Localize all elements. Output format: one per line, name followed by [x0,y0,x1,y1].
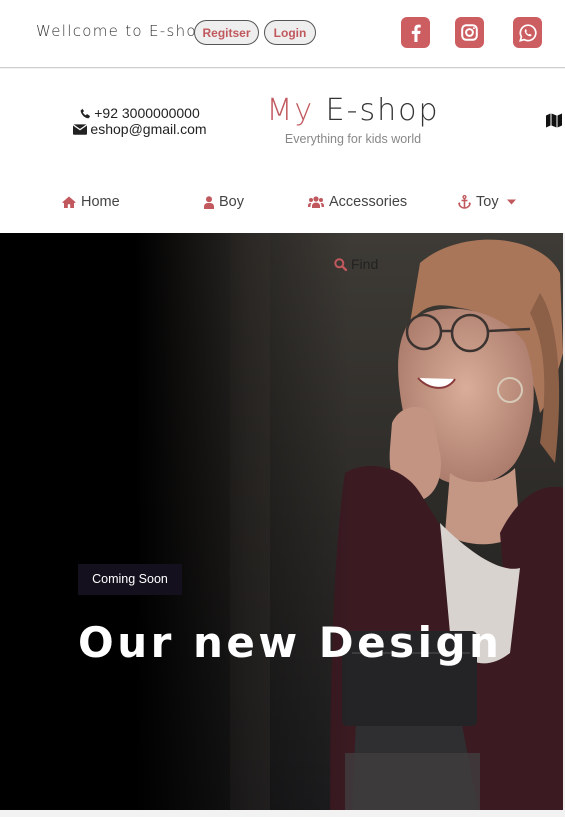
search-icon [334,257,347,271]
site-header: +92 3000000000 eshop@gmail.com My E-shop… [0,69,565,233]
nav-accessories[interactable]: Accessories [308,194,407,210]
nav-toy-dropdown[interactable]: Toy [458,194,516,210]
nav-boy[interactable]: Boy [204,194,244,210]
register-button[interactable]: Regitser [194,20,259,45]
brand-title-name: E-shop [325,93,440,128]
whatsapp-link[interactable] [513,17,542,48]
brand-logo[interactable]: My E-shop Everything for kids world [255,93,451,146]
brand-tagline: Everything for kids world [284,132,422,146]
facebook-link[interactable] [401,17,430,48]
login-button[interactable]: Login [264,20,316,45]
facebook-icon [411,24,421,42]
top-bar: Wellcome to E-shop Regitser Login [0,0,565,68]
nav-toy-label: Toy [476,194,499,210]
instagram-link[interactable] [455,17,484,48]
hero-image [0,233,563,810]
map-icon[interactable] [546,113,562,128]
coming-soon-badge: Coming Soon [78,564,182,595]
contact-info: +92 3000000000 eshop@gmail.com [70,105,210,137]
nav-accessories-label: Accessories [329,194,408,210]
home-icon [62,196,76,208]
nav-home-label: Home [81,194,120,210]
brand-title: My E-shop [255,93,451,128]
nav-home[interactable]: Home [62,194,120,210]
phone-number: +92 3000000000 [94,105,200,121]
phone-icon [80,108,91,118]
anchor-icon [458,195,471,209]
welcome-text: Wellcome to E-shop [36,22,208,40]
instagram-icon [461,24,478,41]
email-address: eshop@gmail.com [90,121,207,137]
nav-boy-label: Boy [219,194,244,210]
caret-down-icon [506,199,516,205]
brand-title-accent: My [266,93,315,128]
user-icon [204,195,214,209]
users-icon [308,196,324,208]
find-link[interactable]: Find [334,256,378,272]
find-label: Find [351,256,379,272]
whatsapp-icon [518,23,537,42]
hero-banner: Find Coming Soon Our new Design [0,233,563,810]
envelope-icon [73,123,88,135]
hero-headline: Our new Design [78,618,503,667]
